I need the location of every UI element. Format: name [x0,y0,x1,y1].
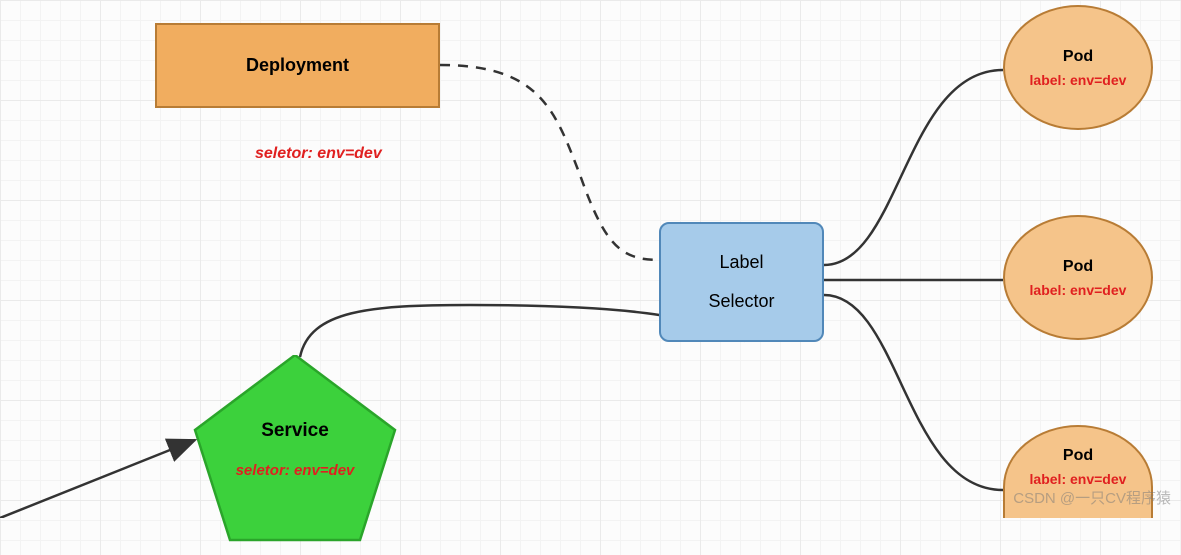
pod-label: label: env=dev [1030,72,1127,88]
pod-label: label: env=dev [1030,471,1127,487]
pod-title: Pod [1063,48,1093,66]
pod-title: Pod [1063,258,1093,276]
service-node: Service seletor: env=dev [190,355,400,535]
pod-label: label: env=dev [1030,282,1127,298]
label-selector-line2: Selector [708,291,774,312]
service-title: Service [190,420,400,442]
service-selector-caption: seletor: env=dev [190,462,400,479]
label-selector-node: Label Selector [659,222,824,342]
deployment-selector-caption: seletor: env=dev [255,145,382,163]
pod-node-2: Pod label: env=dev [1003,215,1153,340]
watermark-text: CSDN @一只CV程序猿 [1013,487,1171,508]
deployment-title: Deployment [246,55,349,76]
pod-node-1: Pod label: env=dev [1003,5,1153,130]
deployment-node: Deployment [155,23,440,108]
pod-title: Pod [1063,447,1093,465]
label-selector-line1: Label [719,252,763,273]
